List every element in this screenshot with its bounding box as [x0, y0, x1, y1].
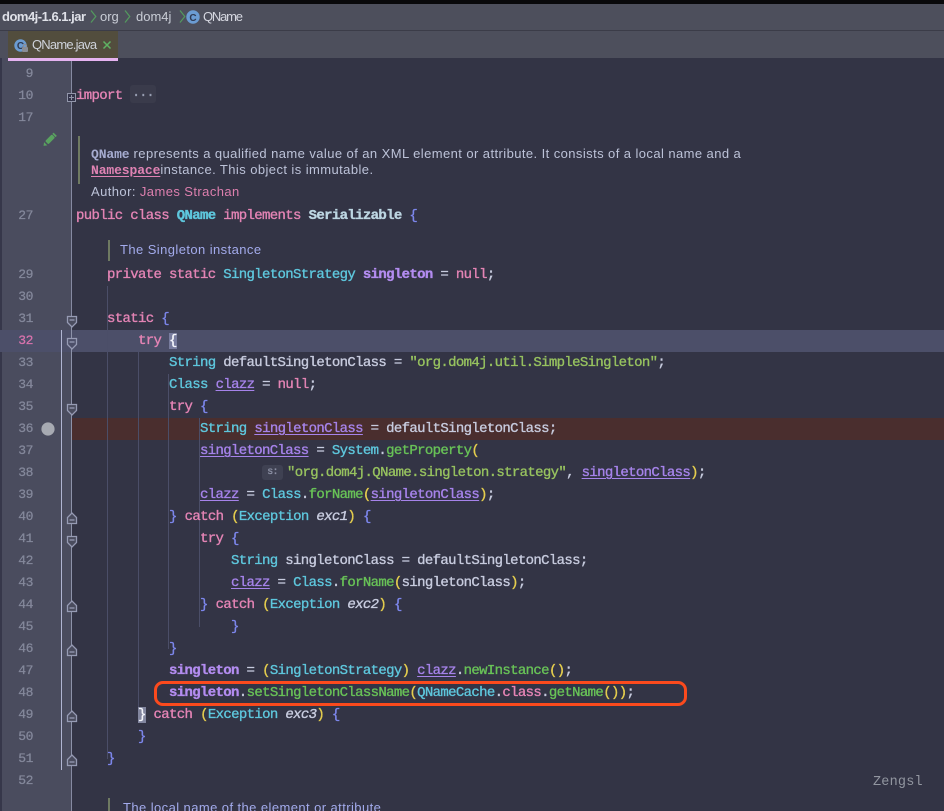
svg-text:C: C	[189, 13, 196, 24]
